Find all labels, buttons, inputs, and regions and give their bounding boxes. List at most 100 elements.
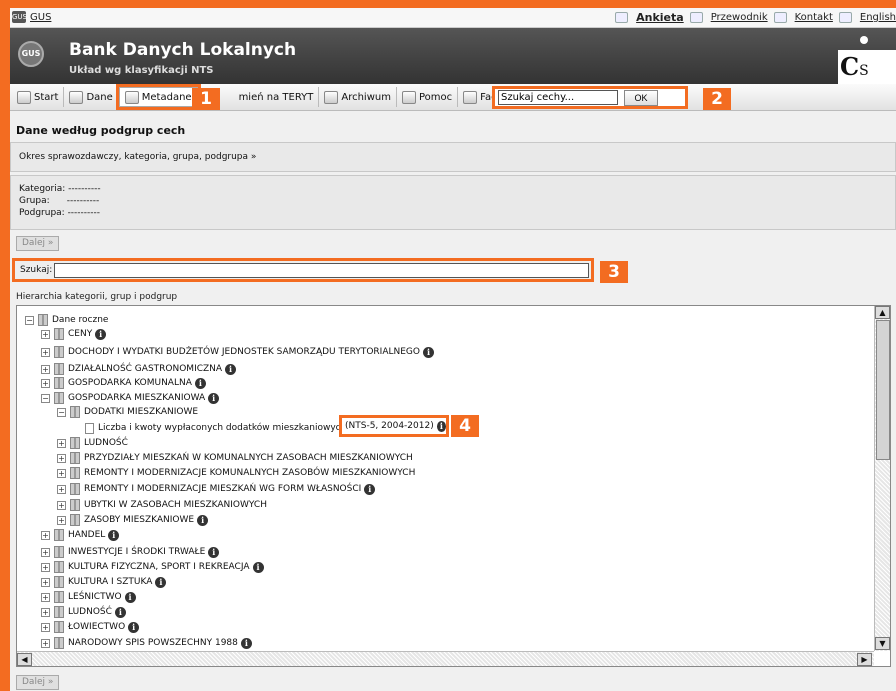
- info-icon[interactable]: i: [252, 561, 264, 573]
- mail-icon: [773, 12, 787, 23]
- grupa-value: Grupa: ----------: [19, 196, 100, 206]
- scroll-left-arrow-icon[interactable]: ◀: [17, 653, 32, 666]
- collapse-icon[interactable]: −: [25, 315, 34, 325]
- gus-link[interactable]: GUS GUS: [12, 11, 51, 23]
- info-icon[interactable]: i: [436, 420, 446, 432]
- search-ok-button[interactable]: OK: [624, 89, 658, 106]
- expand-icon[interactable]: +: [41, 607, 50, 617]
- tree-item[interactable]: + UBYTKI W ZASOBACH MIESZKANIOWYCH: [57, 499, 267, 511]
- info-icon[interactable]: i: [225, 363, 237, 375]
- feature-search-input[interactable]: [498, 90, 618, 105]
- expand-icon[interactable]: +: [57, 500, 66, 510]
- info-icon[interactable]: i: [124, 591, 136, 603]
- expand-icon[interactable]: +: [41, 364, 50, 374]
- info-icon[interactable]: i: [155, 576, 167, 588]
- start-button[interactable]: Start: [12, 87, 65, 107]
- expand-icon[interactable]: +: [41, 378, 50, 388]
- tree-item[interactable]: + GOSPODARKA KOMUNALNA i: [41, 377, 206, 389]
- tree-item[interactable]: + LEŚNICTWO i: [41, 591, 136, 603]
- expand-icon[interactable]: +: [57, 468, 66, 478]
- expand-icon[interactable]: +: [41, 562, 50, 572]
- tree-item[interactable]: − GOSPODARKA MIESZKANIOWA i: [41, 392, 220, 404]
- book-open-icon: [70, 406, 80, 418]
- expand-icon[interactable]: +: [57, 453, 66, 463]
- tree-item[interactable]: + REMONTY I MODERNIZACJE MIESZKAŃ WG FORM…: [57, 483, 376, 495]
- breadcrumb: Okres sprawozdawczy, kategoria, grupa, p…: [10, 142, 896, 172]
- tree-item[interactable]: + PRZYDZIAŁY MIESZKAŃ W KOMUNALNYCH ZASOB…: [57, 452, 413, 464]
- teryt-button[interactable]: mień na TERYT: [234, 87, 320, 107]
- tree-item-label: DZIAŁALNOŚĆ GASTRONOMICZNA: [68, 364, 223, 374]
- badge-2: 2: [703, 88, 731, 110]
- expand-icon[interactable]: +: [41, 638, 50, 648]
- tree-item-label: REMONTY I MODERNIZACJE KOMUNALNYCH ZASOB…: [84, 468, 416, 478]
- gus-logo[interactable]: GUS: [18, 41, 44, 67]
- tree-item[interactable]: + ZASOBY MIESZKANIOWE i: [57, 514, 209, 526]
- tree-leaf-selected[interactable]: Liczba i kwoty wypłaconych dodatków mies…: [85, 422, 346, 434]
- archiwum-button[interactable]: Archiwum: [319, 87, 397, 107]
- tree-item[interactable]: + NARODOWY SPIS POWSZECHNY 1988 i: [41, 637, 252, 649]
- dane-button[interactable]: Dane: [64, 87, 119, 107]
- dalej-button-top[interactable]: Dalej »: [16, 236, 60, 251]
- book-icon: [54, 346, 64, 358]
- expand-icon[interactable]: +: [41, 622, 50, 632]
- info-icon[interactable]: i: [194, 377, 206, 389]
- info-icon[interactable]: i: [422, 346, 434, 358]
- tree-item-label: LEŚNICTWO: [68, 592, 122, 602]
- tree-item-label: PRZYDZIAŁY MIESZKAŃ W KOMUNALNYCH ZASOBA…: [84, 453, 413, 463]
- info-icon[interactable]: i: [128, 621, 140, 633]
- collapse-icon[interactable]: −: [57, 407, 66, 417]
- info-icon[interactable]: i: [108, 529, 120, 541]
- info-icon[interactable]: i: [197, 514, 209, 526]
- expand-icon[interactable]: +: [57, 438, 66, 448]
- badge-4: 4: [451, 415, 479, 437]
- expand-icon[interactable]: +: [41, 547, 50, 557]
- scroll-up-arrow-icon[interactable]: ▲: [875, 306, 890, 319]
- przewodnik-link[interactable]: Przewodnik: [711, 12, 768, 23]
- tree-search-input[interactable]: [54, 262, 590, 278]
- tree-item[interactable]: + INWESTYCJE I ŚRODKI TRWAŁE i: [41, 546, 220, 558]
- book-open-icon: [54, 392, 64, 404]
- ankieta-link[interactable]: Ankieta: [636, 11, 684, 24]
- metadane-button[interactable]: Metadane: [115, 84, 201, 110]
- book-icon: [70, 452, 80, 464]
- info-icon[interactable]: i: [208, 546, 220, 558]
- expand-icon[interactable]: +: [41, 592, 50, 602]
- kontakt-link[interactable]: Kontakt: [795, 12, 833, 23]
- info-icon[interactable]: i: [114, 606, 126, 618]
- tree-item[interactable]: + REMONTY I MODERNIZACJE KOMUNALNYCH ZASO…: [57, 467, 415, 479]
- scroll-right-arrow-icon[interactable]: ▶: [857, 653, 872, 666]
- english-link[interactable]: English: [860, 12, 896, 23]
- collapse-icon[interactable]: −: [41, 393, 50, 403]
- tree-root[interactable]: − Dane roczne: [25, 314, 108, 326]
- horizontal-scrollbar[interactable]: ◀ ▶: [17, 651, 874, 666]
- vertical-scroll-thumb[interactable]: [876, 320, 890, 460]
- expand-icon[interactable]: +: [41, 329, 50, 339]
- tree-item[interactable]: + LUDNOŚĆ: [57, 437, 128, 449]
- scroll-down-arrow-icon[interactable]: ▼: [875, 637, 890, 650]
- tree-item[interactable]: + ŁOWIECTWO i: [41, 621, 140, 633]
- badge-1: 1: [192, 88, 220, 110]
- dalej-button-bottom[interactable]: Dalej »: [16, 675, 60, 690]
- tree-item[interactable]: + LUDNOŚĆ i: [41, 606, 126, 618]
- tree-item[interactable]: + KULTURA I SZTUKA i: [41, 576, 167, 588]
- expand-icon[interactable]: +: [41, 347, 50, 357]
- tree-item[interactable]: + DZIAŁALNOŚĆ GASTRONOMICZNA i: [41, 363, 237, 375]
- pomoc-button[interactable]: Pomoc: [397, 87, 459, 107]
- info-icon[interactable]: i: [208, 392, 220, 404]
- expand-icon[interactable]: +: [41, 530, 50, 540]
- expand-icon[interactable]: +: [57, 484, 66, 494]
- tree-item[interactable]: + CENY i: [41, 328, 107, 340]
- tree-item[interactable]: + KULTURA FIZYCZNA, SPORT I REKREACJA i: [41, 561, 264, 573]
- info-icon[interactable]: i: [240, 637, 252, 649]
- gus-link-text[interactable]: GUS: [30, 12, 51, 23]
- tree-item[interactable]: + DOCHODY I WYDATKI BUDŻETÓW JEDNOSTEK SA…: [41, 346, 434, 358]
- tree-item[interactable]: + HANDEL i: [41, 529, 120, 541]
- archiwum-label: Archiwum: [341, 91, 391, 103]
- tree-item-label: Liczba i kwoty wypłaconych dodatków mies…: [98, 423, 347, 433]
- info-icon[interactable]: i: [364, 483, 376, 495]
- vertical-scrollbar[interactable]: ▲ ▼: [874, 306, 890, 651]
- expand-icon[interactable]: +: [41, 577, 50, 587]
- info-icon[interactable]: i: [95, 328, 107, 340]
- tree-item[interactable]: − DODATKI MIESZKANIOWE: [57, 406, 198, 418]
- expand-icon[interactable]: +: [57, 515, 66, 525]
